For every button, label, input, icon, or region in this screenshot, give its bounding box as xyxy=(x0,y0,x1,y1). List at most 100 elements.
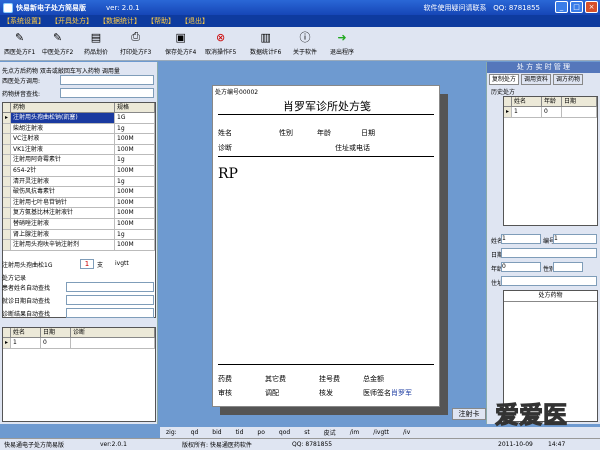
prescription-number: 处方编号00002 xyxy=(215,89,259,96)
minimize-button[interactable]: _ xyxy=(555,1,568,13)
status-version: ver:2.0.1 xyxy=(100,441,127,448)
review-label: 审核 xyxy=(218,389,232,397)
cancel-icon: ⊗ xyxy=(216,30,226,44)
drug-row[interactable]: 柴胡注射液 1g xyxy=(3,123,155,135)
shortcut-bid[interactable]: bid xyxy=(212,429,221,436)
book-icon: ▤ xyxy=(90,30,102,44)
name-field[interactable]: 1 xyxy=(501,234,541,244)
quantity-input[interactable]: 1 xyxy=(80,259,94,269)
number-field[interactable]: 1 xyxy=(553,234,597,244)
save-icon: ▣ xyxy=(175,30,186,44)
search-date-input[interactable] xyxy=(66,295,154,305)
menu-stats[interactable]: 【数据统计】 xyxy=(96,16,144,26)
cancel-button[interactable]: ⊗ 取消操作F5 xyxy=(205,29,236,57)
drug-row[interactable]: VK1注射液 100M xyxy=(3,144,155,156)
history-row[interactable]: ▸ 1 0 xyxy=(504,107,597,118)
drug-row[interactable]: 注射用七叶皂苷钠针 100M xyxy=(3,197,155,209)
shortcut-zig[interactable]: zig: xyxy=(166,429,177,436)
tab-drugs[interactable]: 调方药物 xyxy=(553,74,584,85)
contact-info: 软件使用疑问请联系 QQ: 8781855 xyxy=(423,3,540,12)
drug-pricing-button[interactable]: ▤ 药品划价 xyxy=(84,29,108,57)
dispense-label: 调配 xyxy=(265,389,279,397)
right-panel: 处 方 实 时 管 理 复制处方 调用资料 调方药物 历史处方 姓名 年龄 日期… xyxy=(486,62,600,424)
drug-row[interactable]: VC注射液 100M xyxy=(3,134,155,145)
gender-field[interactable] xyxy=(553,262,583,272)
stats-button[interactable]: ▥ 数据统计F6 xyxy=(250,29,281,57)
fee-other-label: 其它费 xyxy=(265,375,286,383)
search-date-label: 就诊日期自动查找 xyxy=(2,298,51,305)
shortcut-qod[interactable]: qod xyxy=(279,429,290,436)
watermark-logo: 爱爱医 xyxy=(495,401,568,430)
menu-exit[interactable]: 【退出】 xyxy=(178,16,212,26)
drug-row[interactable]: ▸ 注射用头孢曲松钠(凯塞) 1G xyxy=(3,113,155,124)
shortcut-tid[interactable]: tid xyxy=(236,429,244,436)
shortcut-st[interactable]: st xyxy=(304,429,309,436)
app-title: 快易新电子处方简易版 xyxy=(16,3,86,12)
rp-label: RP xyxy=(218,166,238,182)
app-icon xyxy=(3,2,13,13)
search-name-input[interactable] xyxy=(66,282,154,292)
printer-icon: ⎙ xyxy=(131,30,141,43)
address-field[interactable] xyxy=(501,276,597,286)
tab-call[interactable]: 调用资料 xyxy=(521,74,552,85)
shortcut-skintest[interactable]: 皮试 xyxy=(324,428,336,437)
drug-row[interactable]: 清开灵注射液 1g xyxy=(3,176,155,188)
drug-row[interactable]: 替硝唑注射液 100M xyxy=(3,218,155,230)
menu-prescribe[interactable]: 【开具处方】 xyxy=(48,16,96,26)
age-field[interactable]: 0 xyxy=(501,262,541,272)
shortcut-iv[interactable]: /iv xyxy=(403,429,410,436)
tab-copy[interactable]: 复制处方 xyxy=(489,74,520,85)
col-spec[interactable]: 规格 xyxy=(115,103,155,112)
history-grid[interactable]: 姓名 年龄 日期 ▸ 1 0 xyxy=(503,96,598,226)
pinyin-search-input[interactable] xyxy=(60,88,154,98)
status-date: 2011-10-09 xyxy=(498,441,533,448)
history-label: 历史处方 xyxy=(491,89,516,96)
save-button[interactable]: ▣ 保存处方F4 xyxy=(165,29,196,57)
shortcut-im[interactable]: /im xyxy=(350,429,360,436)
chinese-prescription-button[interactable]: ✎ 中医处方F2 xyxy=(42,29,73,57)
injection-card-tab[interactable]: 注射卡 xyxy=(452,408,486,420)
search-diag-label: 诊断结果自动查找 xyxy=(2,311,51,318)
shortcut-po[interactable]: po xyxy=(257,429,264,436)
menu-system[interactable]: 【系统设置】 xyxy=(0,16,48,26)
date-label: 日期 xyxy=(361,129,375,137)
age-label: 年龄 xyxy=(317,129,331,137)
selected-drug: 注射用头孢曲松1G xyxy=(2,262,53,269)
pencil-icon: ✎ xyxy=(53,30,63,44)
close-button[interactable]: × xyxy=(585,1,598,13)
fee-reg-label: 挂号费 xyxy=(319,375,340,383)
shortcut-qd[interactable]: qd xyxy=(191,429,199,436)
col-drug[interactable]: 药物 xyxy=(11,103,115,112)
drug-row[interactable]: 654-2针 100M xyxy=(3,165,155,177)
status-copyright: 版权所有: 快易通医药软件 xyxy=(182,442,252,449)
pinyin-search-label: 药物拼音查找: xyxy=(2,91,41,98)
drug-row[interactable]: 肾上腺注射液 1g xyxy=(3,229,155,241)
western-prescription-button[interactable]: ✎ 西医处方F1 xyxy=(4,29,35,57)
prescription-title: 肖罗军诊所处方笺 xyxy=(283,100,371,113)
drug-row[interactable]: 注射用头孢呋辛钠注射剂 100M xyxy=(3,240,155,251)
status-time: 14:47 xyxy=(548,441,566,448)
menu-bar: 【系统设置】 【开具处方】 【数据统计】 【帮助】 【退出】 xyxy=(0,15,600,27)
exit-button[interactable]: ➜ 退出程序 xyxy=(330,29,354,57)
check-label: 核发 xyxy=(319,389,333,397)
status-bar: 快易通电子处方简易版 ver:2.0.1 版权所有: 快易通医药软件 QQ: 8… xyxy=(0,438,600,450)
drug-row[interactable]: 注射用阿奇霉素针 1g xyxy=(3,155,155,166)
print-button[interactable]: ⎙ 打印处方F3 xyxy=(120,29,151,56)
search-diag-input[interactable] xyxy=(66,308,154,318)
date-field[interactable] xyxy=(501,248,597,258)
menu-help[interactable]: 【帮助】 xyxy=(144,16,178,26)
exit-icon: ➜ xyxy=(337,30,347,44)
western-call-label: 西医处方调用: xyxy=(2,78,41,85)
records-grid[interactable]: 姓名 日期 诊断 ▸ 1 0 xyxy=(2,327,156,422)
search-name-label: 患者姓名自动查找 xyxy=(2,285,51,292)
status-app: 快易通电子处方简易版 xyxy=(4,442,65,449)
drug-row[interactable]: 复方氨基比林注射液针 100M xyxy=(3,208,155,219)
drug-row[interactable]: 破伤风抗毒素针 100M xyxy=(3,187,155,198)
maximize-button[interactable]: □ xyxy=(570,1,583,13)
about-button[interactable]: ⓘ 关于软件 xyxy=(293,29,317,56)
doctor-signature: 医师签名肖罗军 xyxy=(363,389,412,397)
record-row[interactable]: ▸ 1 0 xyxy=(3,338,155,349)
shortcut-ivgtt[interactable]: /ivgtt xyxy=(373,429,389,436)
western-call-select[interactable] xyxy=(60,75,154,85)
fee-drug-label: 药费 xyxy=(218,375,232,383)
